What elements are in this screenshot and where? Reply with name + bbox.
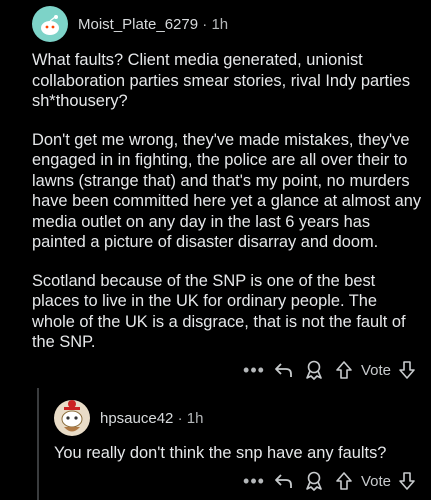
reply-icon bbox=[275, 363, 292, 377]
timestamp: 1h bbox=[211, 15, 229, 33]
thread-line[interactable] bbox=[37, 388, 39, 500]
upvote-arrow-icon bbox=[336, 361, 352, 379]
reply-actions: ••• Vote bbox=[239, 469, 419, 493]
comment-body: What faults? Client media generated, uni… bbox=[32, 50, 422, 371]
avatar[interactable] bbox=[54, 400, 90, 436]
comment-meta: Moist_Plate_6279 · 1h bbox=[78, 16, 228, 33]
upvote-button[interactable] bbox=[329, 358, 359, 382]
upvote-arrow-icon bbox=[336, 472, 352, 490]
reply-icon bbox=[275, 474, 292, 488]
reply-button[interactable] bbox=[269, 358, 299, 382]
comment-header: Moist_Plate_6279 · 1h bbox=[32, 6, 228, 42]
reply-meta: hpsauce42 · 1h bbox=[100, 410, 203, 427]
reply-button[interactable] bbox=[269, 469, 299, 493]
award-icon bbox=[306, 471, 322, 491]
username[interactable]: Moist_Plate_6279 bbox=[78, 16, 198, 33]
snoo-avatar-icon bbox=[61, 400, 83, 432]
award-button[interactable] bbox=[299, 358, 329, 382]
reply-header: hpsauce42 · 1h bbox=[54, 400, 203, 436]
downvote-button[interactable] bbox=[395, 469, 419, 493]
comment-paragraph: Scotland because of the SNP is one of th… bbox=[32, 271, 406, 352]
vote-label: Vote bbox=[360, 361, 391, 379]
username[interactable]: hpsauce42 bbox=[100, 410, 173, 427]
more-options-button[interactable]: ••• bbox=[239, 471, 269, 492]
timestamp: 1h bbox=[186, 409, 204, 427]
snoo-avatar-icon bbox=[41, 15, 59, 35]
award-button[interactable] bbox=[299, 469, 329, 493]
comment-paragraph: What faults? Client media generated, uni… bbox=[32, 51, 411, 110]
award-icon bbox=[306, 360, 322, 380]
avatar[interactable] bbox=[32, 6, 68, 42]
meta-separator: · bbox=[202, 15, 208, 33]
downvote-arrow-icon bbox=[399, 472, 415, 490]
upvote-button[interactable] bbox=[329, 469, 359, 493]
comment-actions: ••• Vote bbox=[239, 358, 419, 382]
vote-label: Vote bbox=[360, 472, 391, 490]
meta-separator: · bbox=[177, 409, 183, 427]
more-options-button[interactable]: ••• bbox=[239, 360, 269, 381]
downvote-arrow-icon bbox=[399, 361, 415, 379]
reply-text: You really don't think the snp have any … bbox=[54, 444, 387, 462]
downvote-button[interactable] bbox=[395, 358, 419, 382]
comment-paragraph: Don't get me wrong, they've made mistake… bbox=[32, 130, 422, 252]
